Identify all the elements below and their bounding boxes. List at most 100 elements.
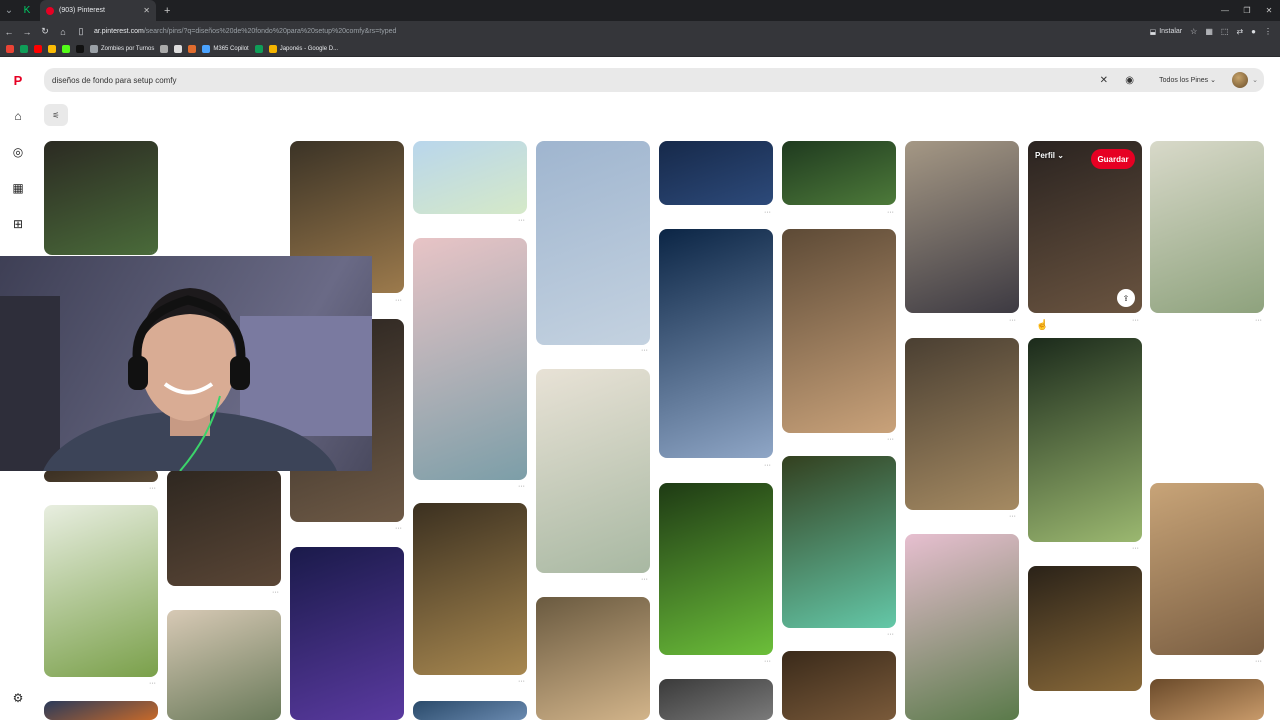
more-options-icon[interactable]: ··· [1255,317,1262,324]
more-options-icon[interactable]: ··· [518,217,525,224]
more-options-icon[interactable]: ··· [764,209,771,216]
pin-card[interactable] [659,483,773,655]
pin-card[interactable] [44,470,158,482]
more-options-icon[interactable]: ··· [1009,317,1016,324]
board-icon[interactable]: ▦ [10,180,26,196]
avatar[interactable] [1232,72,1248,88]
more-options-icon[interactable]: ··· [518,483,525,490]
pin-card[interactable] [413,141,527,214]
sheet-icon[interactable] [254,45,263,53]
pin-card[interactable] [905,338,1019,510]
extension-icon[interactable]: K [18,0,36,21]
pin-card[interactable] [905,534,1019,720]
more-options-icon[interactable]: ··· [1009,513,1016,520]
tiktok-icon[interactable] [76,45,84,53]
more-options-icon[interactable]: ··· [887,436,894,443]
pin-card[interactable] [1150,679,1264,720]
pin-card[interactable] [782,456,896,628]
pin-card[interactable] [1150,141,1264,313]
save-button[interactable]: Guardar [1091,149,1135,169]
pin-type-dropdown[interactable]: Todos los Pines ⌄ [1159,76,1216,84]
more-options-icon[interactable]: ··· [764,658,771,665]
more-options-icon[interactable]: ··· [518,678,525,685]
close-icon[interactable]: ✕ [1100,75,1108,86]
pin-card[interactable] [782,229,896,433]
chevron-down-icon[interactable]: ⌄ [1252,76,1258,84]
maximize-icon[interactable]: ❐ [1236,6,1258,15]
pin-card[interactable] [782,651,896,720]
box-icon[interactable] [160,45,169,53]
more-options-icon[interactable]: ··· [149,680,156,687]
forward-icon[interactable]: → [18,27,36,37]
compass-icon[interactable]: ◎ [10,144,26,160]
bookmark-japones[interactable]: Japonés - Google D... [268,45,338,53]
pin-card[interactable] [44,141,158,255]
minimize-icon[interactable]: — [1214,6,1236,15]
pin-card[interactable] [905,141,1019,313]
pin-card[interactable] [1028,566,1142,691]
kick-icon[interactable] [62,45,70,53]
filters-icon[interactable]: ⚟ [44,104,68,126]
pin-card[interactable] [659,679,773,720]
reload-icon[interactable]: ↻ [36,26,54,37]
pin-card[interactable] [782,141,896,205]
downloads-icon[interactable]: ⬚ [1221,27,1229,36]
pin-card[interactable] [167,470,281,586]
share-icon[interactable]: ⇪ [1117,289,1135,307]
pin-card[interactable] [659,141,773,205]
more-options-icon[interactable]: ··· [1132,545,1139,552]
address-field[interactable]: ar.pinterest.com/search/pins/?q=diseños%… [94,24,396,40]
more-options-icon[interactable]: ··· [395,525,402,532]
install-button[interactable]: ⬓ Instalar [1150,28,1183,36]
split-icon[interactable]: ⇄ [1236,27,1243,36]
tab-pinterest[interactable]: (903) Pinterest ✕ [40,0,156,21]
pin-card[interactable] [290,547,404,720]
chrome-icon[interactable] [48,45,56,53]
drive-icon[interactable] [20,45,28,53]
search-bar[interactable]: diseños de fondo para setup comfy ✕ ◉ To… [44,68,1264,92]
more-options-icon[interactable]: ··· [764,462,771,469]
new-tab-icon[interactable]: + [164,5,170,17]
pin-card[interactable] [44,701,158,720]
pin-card[interactable] [536,597,650,720]
pin-card[interactable] [413,503,527,675]
menu-icon[interactable]: ⋮ [1264,27,1272,36]
plus-icon[interactable]: ⊞ [10,216,26,232]
extensions-icon[interactable]: ▦ [1205,27,1213,36]
pin-card[interactable] [167,610,281,720]
home-icon[interactable]: ⌂ [10,108,26,124]
pin-card[interactable] [44,505,158,677]
more-options-icon[interactable]: ··· [1132,317,1139,324]
more-options-icon[interactable]: ··· [149,485,156,492]
pin-card[interactable] [536,369,650,573]
github-icon[interactable] [174,45,183,53]
youtube-icon[interactable] [34,45,42,53]
more-options-icon[interactable]: ··· [1255,658,1262,665]
pin-card[interactable] [413,701,527,720]
camera-search-icon[interactable]: ◉ [1125,75,1134,86]
gmail-icon[interactable] [6,45,14,53]
window-close-icon[interactable]: ✕ [1258,6,1280,15]
pin-card[interactable] [1150,483,1264,655]
home-browser-icon[interactable]: ⌂ [54,27,72,37]
more-options-icon[interactable]: ··· [272,589,279,596]
pin-card[interactable] [536,141,650,345]
bookmark-star-icon[interactable]: ☆ [1190,27,1197,36]
pinterest-logo-icon[interactable]: P [10,72,26,88]
profile-dropdown[interactable]: Perfil ⌄ [1035,151,1064,160]
back-icon[interactable]: ← [0,27,18,37]
more-options-icon[interactable]: ··· [395,297,402,304]
star-site-icon[interactable] [188,45,197,53]
more-options-icon[interactable]: ··· [641,576,648,583]
more-options-icon[interactable]: ··· [887,631,894,638]
sidepanel-icon[interactable]: ▯ [72,26,90,37]
pin-card[interactable] [1028,338,1142,542]
bookmark-zombies[interactable]: Zombies por Turnos [90,45,154,53]
search-input[interactable]: diseños de fondo para setup comfy [52,76,177,85]
bookmark-copilot[interactable]: M365 Copilot [202,45,249,53]
tab-list-icon[interactable]: ⌄ [0,0,18,21]
profile-icon[interactable]: ● [1251,27,1256,36]
more-options-icon[interactable]: ··· [887,209,894,216]
pin-card[interactable] [659,229,773,458]
tab-close-icon[interactable]: ✕ [143,6,150,15]
